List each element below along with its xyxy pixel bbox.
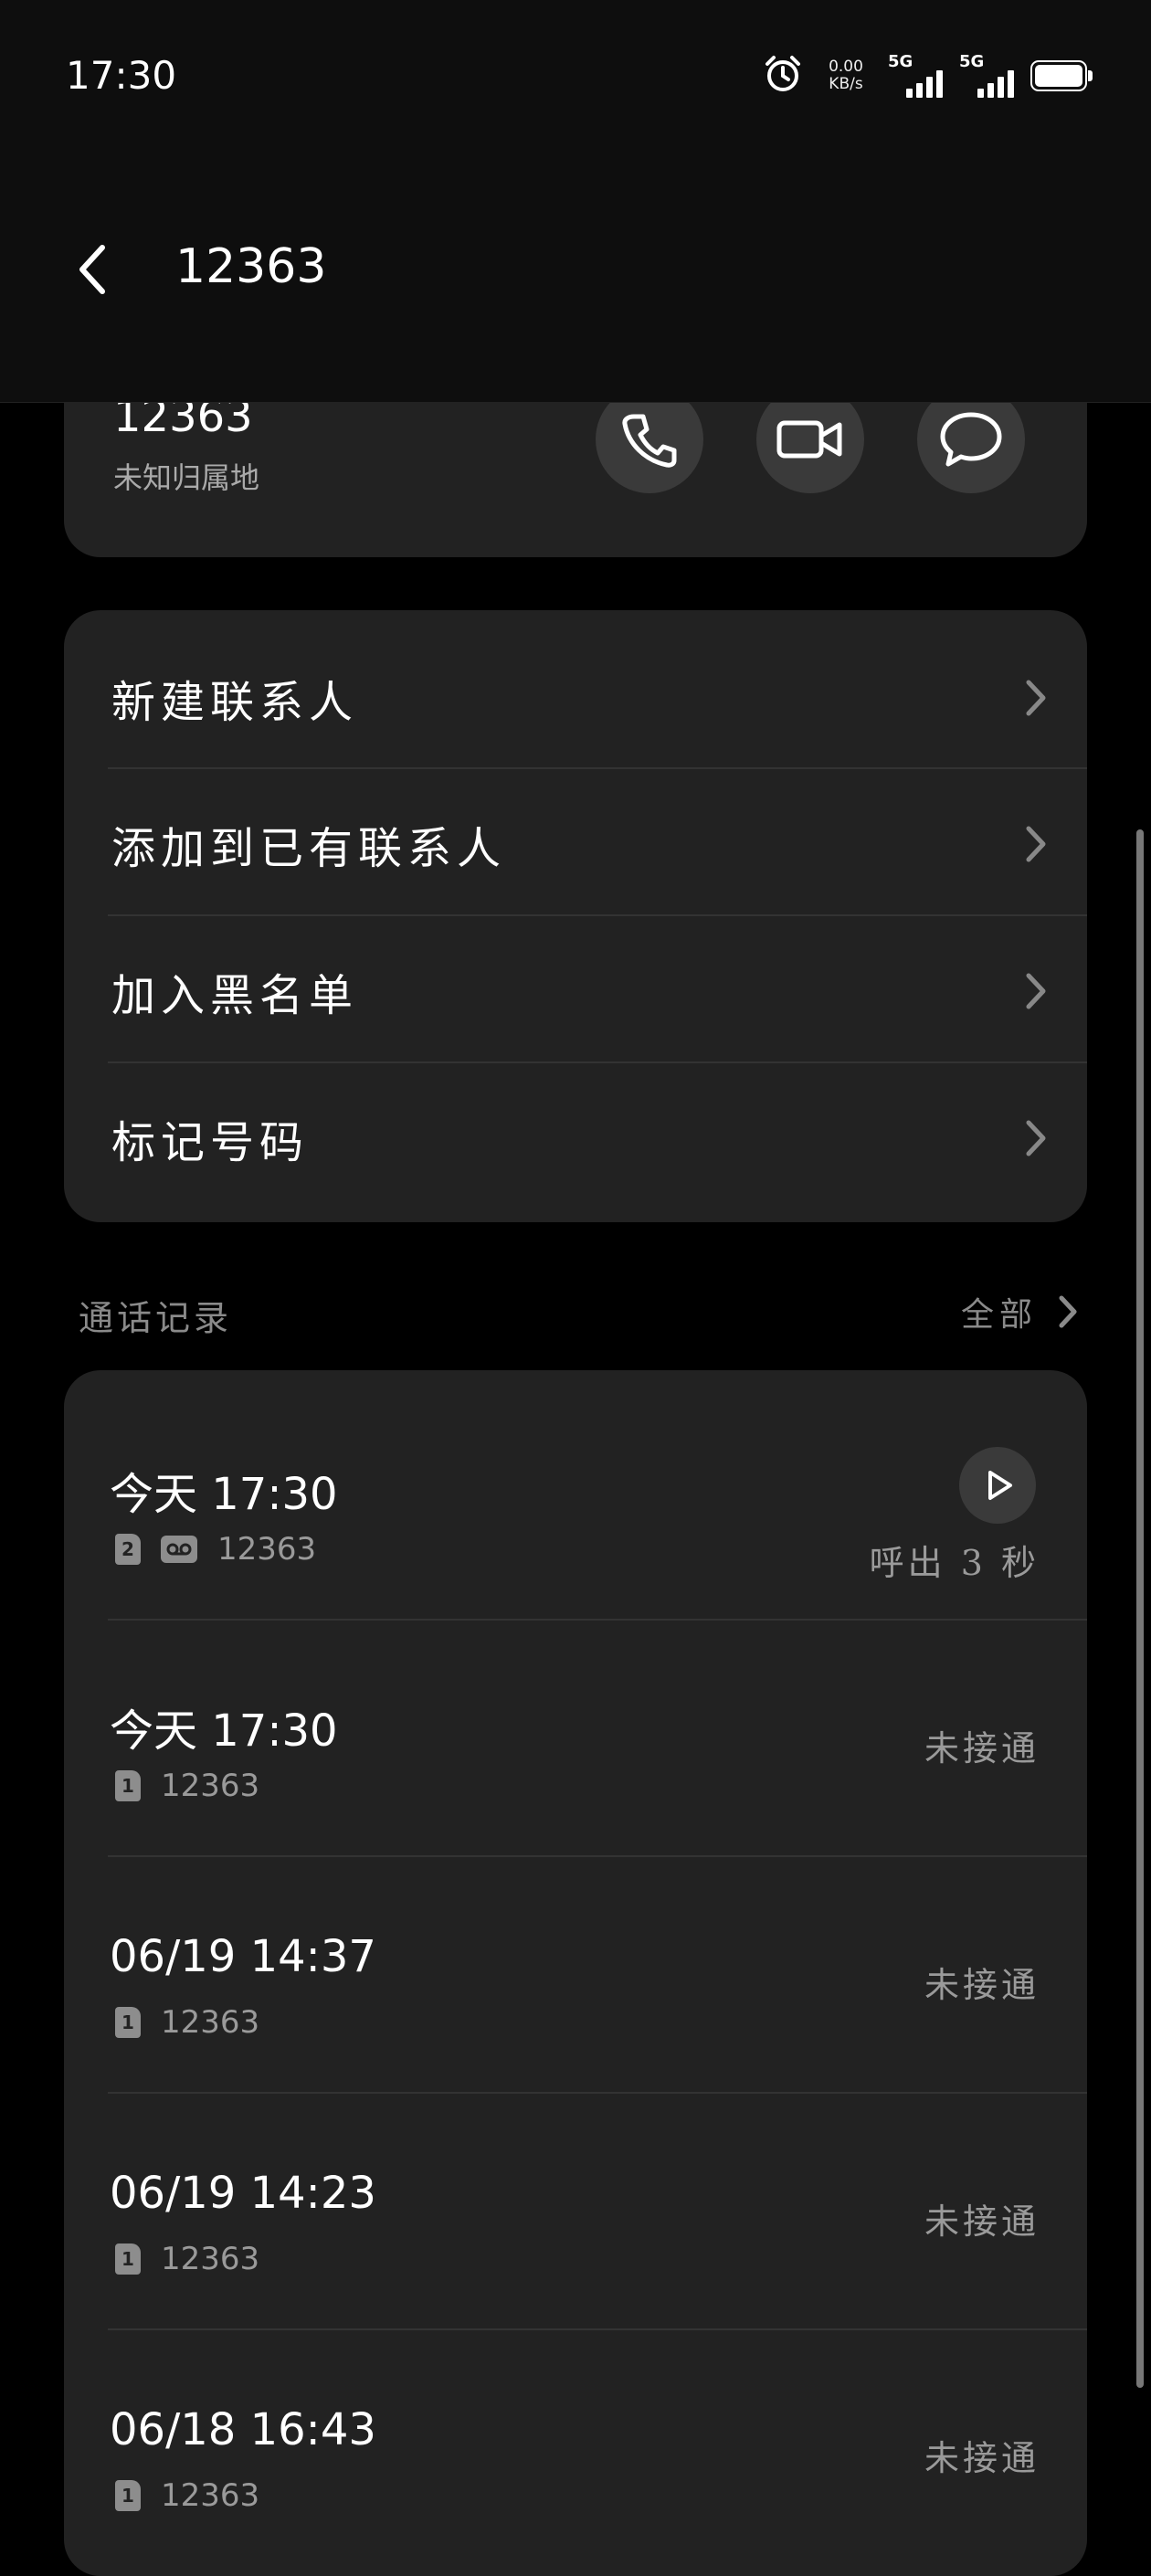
sim-icon: 1 xyxy=(115,2007,141,2038)
call-sub-info: 1 12363 xyxy=(115,1768,259,1804)
call-number: 12363 xyxy=(161,2241,260,2277)
call-number: 12363 xyxy=(161,2004,260,2041)
divider xyxy=(108,914,1087,916)
signal-label-1: 5G xyxy=(888,52,913,71)
new-contact-item[interactable]: 新建联系人 xyxy=(64,625,1087,771)
chevron-right-icon xyxy=(1026,680,1046,716)
call-number: 12363 xyxy=(217,1531,317,1568)
call-sub-info: 1 12363 xyxy=(115,2241,259,2277)
call-time: 今天 17:30 xyxy=(110,1705,338,1757)
call-time: 06/19 14:23 xyxy=(110,2168,376,2219)
call-log-row[interactable]: 06/19 14:23 1 12363 未接通 xyxy=(64,2093,1087,2328)
sim-icon: 1 xyxy=(115,2480,141,2511)
signal-icon: 5G xyxy=(888,52,943,98)
call-log-row[interactable]: 06/18 16:43 1 12363 未接通 xyxy=(64,2329,1087,2565)
call-status: 呼出 3 秒 xyxy=(869,1543,1040,1583)
divider xyxy=(108,1061,1087,1063)
contact-location: 未知归属地 xyxy=(113,460,260,495)
call-sub-info: 1 12363 xyxy=(115,2004,259,2041)
call-status: 未接通 xyxy=(924,2438,1040,2478)
add-to-existing-contact-item[interactable]: 添加到已有联系人 xyxy=(64,771,1087,917)
video-call-icon xyxy=(776,420,842,459)
top-bar: 17:30 0.00 KB/s 5G 5G 12363 xyxy=(0,0,1151,403)
network-speed-unit: KB/s xyxy=(829,75,863,93)
menu-item-label: 标记号码 xyxy=(111,1117,310,1168)
signal-icon-2: 5G xyxy=(959,52,1014,98)
network-speed-value: 0.00 xyxy=(829,58,863,76)
chevron-right-icon xyxy=(1059,1295,1077,1328)
status-icons: 0.00 KB/s 5G 5G xyxy=(762,52,1093,99)
signal-label-2: 5G xyxy=(959,52,985,71)
menu-item-label: 添加到已有联系人 xyxy=(111,823,507,874)
chevron-right-icon xyxy=(1026,1120,1046,1156)
call-time: 今天 17:30 xyxy=(110,1469,338,1520)
sim-icon: 1 xyxy=(115,1770,141,1801)
view-all-button[interactable]: 全部 xyxy=(961,1288,1078,1336)
call-status: 未接通 xyxy=(924,2201,1040,2242)
chevron-right-icon xyxy=(1026,973,1046,1009)
call-number: 12363 xyxy=(161,2477,260,2514)
call-time: 06/18 16:43 xyxy=(110,2404,376,2455)
call-status: 未接通 xyxy=(924,1965,1040,2005)
phone-icon xyxy=(622,414,677,468)
call-log-row[interactable]: 今天 17:30 2 12363 呼出 3 秒 xyxy=(64,1383,1087,1619)
call-log-row[interactable]: 今天 17:30 1 12363 未接通 xyxy=(64,1620,1087,1855)
call-log-title: 通话记录 xyxy=(79,1298,233,1338)
menu-item-label: 加入黑名单 xyxy=(111,970,359,1021)
divider xyxy=(108,767,1087,769)
page-title: 12363 xyxy=(175,239,327,294)
sim-icon: 1 xyxy=(115,2243,141,2275)
alarm-icon xyxy=(762,53,804,99)
menu-item-label: 新建联系人 xyxy=(111,677,359,728)
back-button[interactable] xyxy=(64,233,119,306)
chevron-left-icon xyxy=(79,245,105,294)
play-recording-button[interactable] xyxy=(959,1447,1036,1524)
call-log-row[interactable]: 06/19 14:37 1 12363 未接通 xyxy=(64,1856,1087,2092)
call-number: 12363 xyxy=(161,1768,260,1804)
mark-number-item[interactable]: 标记号码 xyxy=(64,1065,1087,1211)
network-speed: 0.00 KB/s xyxy=(820,58,871,93)
add-to-blacklist-item[interactable]: 加入黑名单 xyxy=(64,918,1087,1064)
recording-icon xyxy=(161,1536,197,1563)
scrollbar[interactable] xyxy=(1136,829,1144,2388)
chevron-right-icon xyxy=(1026,826,1046,862)
call-sub-info: 2 12363 xyxy=(115,1531,316,1568)
status-time: 17:30 xyxy=(66,53,177,98)
battery-icon xyxy=(1030,60,1093,91)
sim-icon: 2 xyxy=(115,1534,141,1565)
view-all-label: 全部 xyxy=(960,1296,1038,1334)
call-status: 未接通 xyxy=(924,1728,1040,1768)
message-icon xyxy=(940,412,1002,467)
call-sub-info: 1 12363 xyxy=(115,2477,259,2514)
play-icon xyxy=(988,1471,1012,1500)
call-time: 06/19 14:37 xyxy=(110,1931,376,1982)
